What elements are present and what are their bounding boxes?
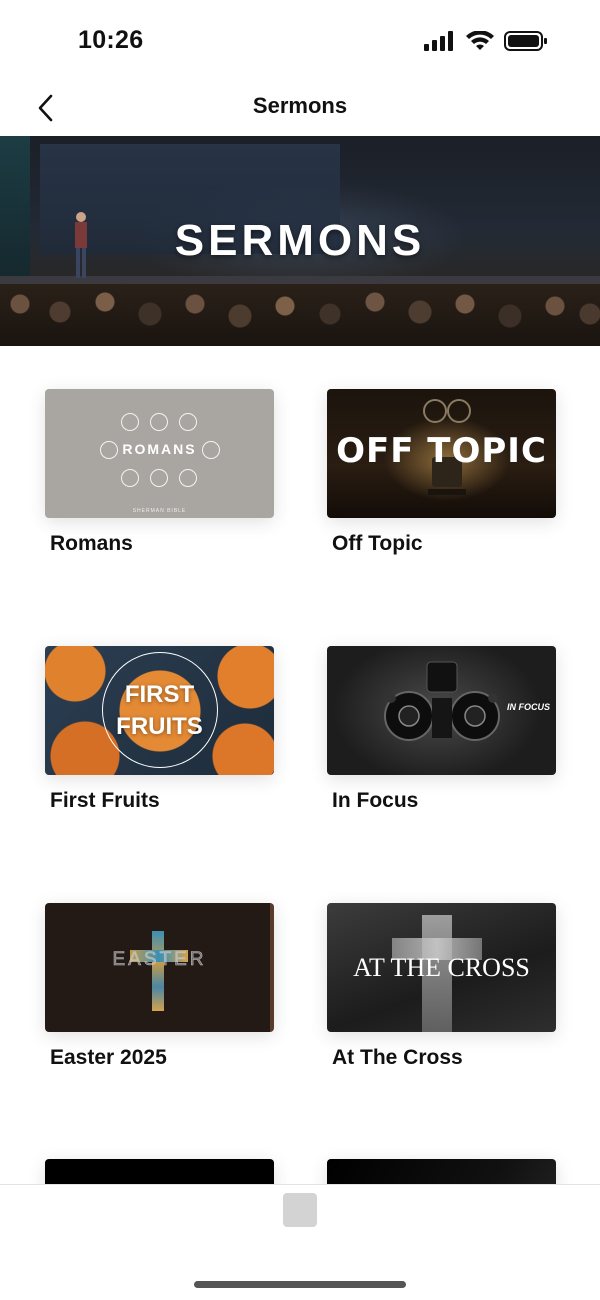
home-indicator[interactable] bbox=[194, 1281, 406, 1288]
series-thumbnail: OFF TOPIC bbox=[327, 389, 556, 518]
series-grid: ROMANS SHERMAN BIBLE Romans OFF TOPIC Of… bbox=[0, 346, 600, 1184]
cross-icon bbox=[152, 931, 164, 1011]
planet-icon bbox=[121, 469, 139, 487]
wifi-icon bbox=[466, 31, 494, 50]
series-thumbnail: EASTER bbox=[45, 903, 274, 1032]
page-title: Sermons bbox=[252, 93, 348, 118]
series-title: In Focus bbox=[332, 789, 419, 812]
series-title: Easter 2025 bbox=[50, 1046, 167, 1069]
series-card-partial[interactable] bbox=[45, 1159, 275, 1184]
hero-banner: SERMONS bbox=[0, 136, 600, 346]
status-bar: 10:26 bbox=[0, 0, 600, 80]
series-card-partial[interactable] bbox=[327, 1159, 557, 1184]
hero-decor bbox=[0, 284, 600, 346]
series-thumbnail: FIRST FRUITS bbox=[45, 646, 274, 775]
planet-icon bbox=[179, 413, 197, 431]
thumbnail-text: OFF TOPIC bbox=[336, 431, 547, 471]
status-icons bbox=[424, 30, 548, 52]
bottom-tab-bar bbox=[0, 1184, 600, 1300]
thumbnail-text: FIRST FRUITS bbox=[45, 679, 274, 743]
status-time: 10:26 bbox=[78, 26, 144, 54]
cellular-signal-icon bbox=[424, 31, 453, 51]
series-title: Off Topic bbox=[332, 532, 423, 555]
series-card-off-topic[interactable]: OFF TOPIC Off Topic bbox=[327, 389, 557, 556]
series-title: Romans bbox=[50, 532, 133, 555]
series-thumbnail bbox=[327, 1159, 556, 1184]
series-thumbnail bbox=[45, 1159, 274, 1184]
series-thumbnail: IN FOCUS bbox=[327, 646, 556, 775]
thumbnail-text-line: FIRST bbox=[124, 681, 195, 708]
thumbnail-text: ROMANS bbox=[122, 441, 197, 457]
planet-icon bbox=[150, 469, 168, 487]
planet-icon bbox=[121, 413, 139, 431]
series-thumbnail: AT THE CROSS bbox=[327, 903, 556, 1032]
planet-icon bbox=[179, 469, 197, 487]
hero-title: SERMONS bbox=[174, 216, 426, 265]
series-card-easter-2025[interactable]: EASTER Easter 2025 bbox=[45, 903, 275, 1070]
thumbnail-text: IN FOCUS bbox=[507, 702, 551, 712]
globe-icon bbox=[150, 413, 168, 431]
series-card-at-the-cross[interactable]: AT THE CROSS At The Cross bbox=[327, 903, 557, 1070]
battery-icon bbox=[504, 31, 547, 51]
series-title: At The Cross bbox=[332, 1046, 463, 1069]
thumbnail-text-line: FRUITS bbox=[116, 713, 203, 740]
series-thumbnail: ROMANS SHERMAN BIBLE bbox=[45, 389, 274, 518]
phoropter-icon bbox=[384, 661, 500, 741]
series-card-first-fruits[interactable]: FIRST FRUITS First Fruits bbox=[45, 646, 275, 813]
series-card-in-focus[interactable]: IN FOCUS In Focus bbox=[327, 646, 557, 813]
thumbnail-text: AT THE CROSS bbox=[353, 953, 530, 982]
tab-placeholder[interactable] bbox=[283, 1193, 317, 1227]
thumbnail-text: EASTER bbox=[112, 949, 207, 971]
thumbnail-subtext: SHERMAN BIBLE bbox=[132, 508, 187, 514]
series-card-romans[interactable]: ROMANS SHERMAN BIBLE Romans bbox=[45, 389, 275, 556]
nav-bar: Sermons bbox=[0, 80, 600, 136]
series-title: First Fruits bbox=[50, 789, 160, 812]
